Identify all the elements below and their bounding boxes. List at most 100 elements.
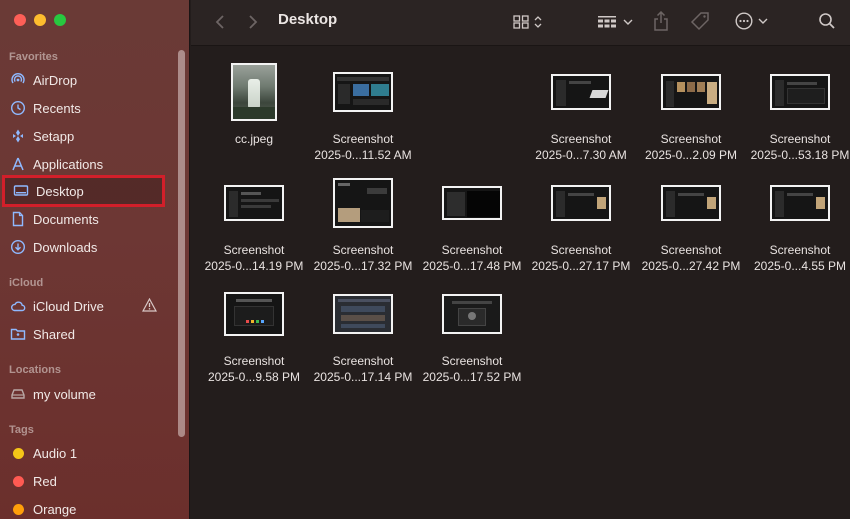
tag-color-dot-icon [10,473,26,489]
setapp-icon [10,128,26,144]
sidebar-scrollbar[interactable] [178,50,185,437]
file-item-screenshot[interactable]: Screenshot 2025-0...4.55 PM [745,172,850,282]
file-item-cc-jpeg[interactable]: cc.jpeg [199,61,309,171]
file-thumbnail [442,294,502,334]
sidebar-tag-audio-1[interactable]: Audio 1 [2,439,165,467]
file-thumbnail [770,74,830,110]
sidebar-item-setapp[interactable]: Setapp [2,122,165,150]
section-title-favorites: Favorites [9,51,58,63]
file-name: Screenshot [660,243,722,257]
file-grid: cc.jpeg Screenshot 2025-0...11.52 AM Scr… [191,47,850,519]
file-item-screenshot[interactable]: Screenshot 2025-0...17.48 PM [417,172,527,282]
file-item-screenshot[interactable]: Screenshot 2025-0...7.30 AM [526,61,636,171]
tag-color-dot-icon [10,445,26,461]
tags-button[interactable] [689,10,711,32]
section-title-tags: Tags [9,424,34,436]
sidebar-item-label: Recents [33,100,81,116]
file-date: 2025-0...27.42 PM [641,259,741,273]
file-date: 2025-0...17.14 PM [313,370,413,384]
disk-icon [10,386,26,402]
file-date: 2025-0...7.30 AM [535,148,627,162]
file-name: Screenshot [223,354,285,368]
file-item-screenshot[interactable]: Screenshot 2025-0...53.18 PM [745,61,850,171]
tag-color-dot-icon [10,501,26,517]
file-item-screenshot[interactable]: Screenshot 2025-0...9.58 PM [199,283,309,393]
sidebar-item-my-volume[interactable]: my volume [2,380,165,408]
forward-button[interactable] [244,12,262,32]
share-button[interactable] [651,10,671,32]
sidebar-item-applications[interactable]: Applications [2,150,165,178]
airdrop-icon [10,72,26,88]
file-name: Screenshot [550,132,612,146]
sidebar-tag-red[interactable]: Red [2,467,165,495]
sidebar-item-icloud-drive[interactable]: iCloud Drive [2,292,165,320]
file-item-screenshot[interactable]: Screenshot 2025-0...27.42 PM [636,172,746,282]
file-item-screenshot[interactable]: Screenshot 2025-0...11.52 AM [308,61,418,171]
sidebar-item-shared[interactable]: Shared [2,320,165,348]
file-date: 2025-0...17.52 PM [422,370,522,384]
document-icon [10,211,26,227]
sidebar-item-label: Setapp [33,128,75,144]
file-item-screenshot[interactable]: Screenshot 2025-0...17.52 PM [417,283,527,393]
view-icons-button[interactable] [509,12,545,32]
window-title: Desktop [278,11,338,28]
back-button[interactable] [211,12,229,32]
file-thumbnail [333,72,393,112]
search-button[interactable] [817,11,837,31]
download-icon [10,239,26,255]
file-date: 2025-0...11.52 AM [314,148,412,162]
tag-dot [12,475,24,487]
share-icon [654,11,668,31]
applications-icon [10,156,26,172]
more-actions-button[interactable] [731,11,771,31]
sidebar-item-label: Applications [33,156,104,172]
sidebar-item-label: Shared [33,326,75,342]
tag-icon [690,12,709,31]
chevron-right-icon [249,15,258,29]
warning-icon[interactable] [141,297,158,315]
sidebar-item-documents[interactable]: Documents [2,205,165,233]
file-name: Screenshot [660,132,722,146]
toolbar: Desktop [191,0,850,46]
window-controls [14,14,66,26]
sidebar-item-label: Audio 1 [33,445,78,461]
close-window-button[interactable] [14,14,26,26]
sidebar-item-recents[interactable]: Recents [2,94,165,122]
file-date: 2025-0...53.18 PM [750,148,850,162]
sidebar-item-label: my volume [33,386,96,402]
file-name: Screenshot [441,354,503,368]
file-thumbnail [224,185,284,221]
sidebar-tag-orange[interactable]: Orange [2,495,165,519]
chevron-down-icon [758,18,767,24]
icon-grid-icon [512,15,529,29]
chevron-left-icon [215,15,224,29]
file-item-screenshot[interactable]: Screenshot 2025-0...17.32 PM [308,172,418,282]
search-icon [819,13,835,29]
group-by-button[interactable] [595,12,635,32]
file-thumbnail [333,178,393,228]
file-item-screenshot[interactable]: Screenshot 2025-0...2.09 PM [636,61,746,171]
file-item-screenshot[interactable]: Screenshot 2025-0...14.19 PM [199,172,309,282]
chevron-down-icon [623,19,633,25]
file-thumbnail [224,292,284,336]
tag-dot [12,503,24,515]
sidebar-item-desktop[interactable]: Desktop [2,175,165,207]
file-item-screenshot[interactable]: Screenshot 2025-0...17.14 PM [308,283,418,393]
file-item-screenshot[interactable]: Screenshot 2025-0...27.17 PM [526,172,636,282]
file-date: 2025-0...17.32 PM [313,259,413,273]
file-name: Screenshot [550,243,612,257]
file-name: cc.jpeg [234,132,274,146]
sidebar-item-airdrop[interactable]: AirDrop [2,66,165,94]
file-name: Screenshot [769,132,831,146]
minimize-window-button[interactable] [34,14,46,26]
file-thumbnail [661,185,721,221]
file-thumbnail [333,294,393,334]
file-name: Screenshot [332,354,394,368]
zoom-window-button[interactable] [54,14,66,26]
sidebar-item-label: iCloud Drive [33,298,104,314]
file-thumbnail [551,185,611,221]
file-thumbnail [551,74,611,110]
sidebar-item-downloads[interactable]: Downloads [2,233,165,261]
sidebar-item-label: Documents [33,211,99,227]
sidebar-item-label: Orange [33,501,77,517]
